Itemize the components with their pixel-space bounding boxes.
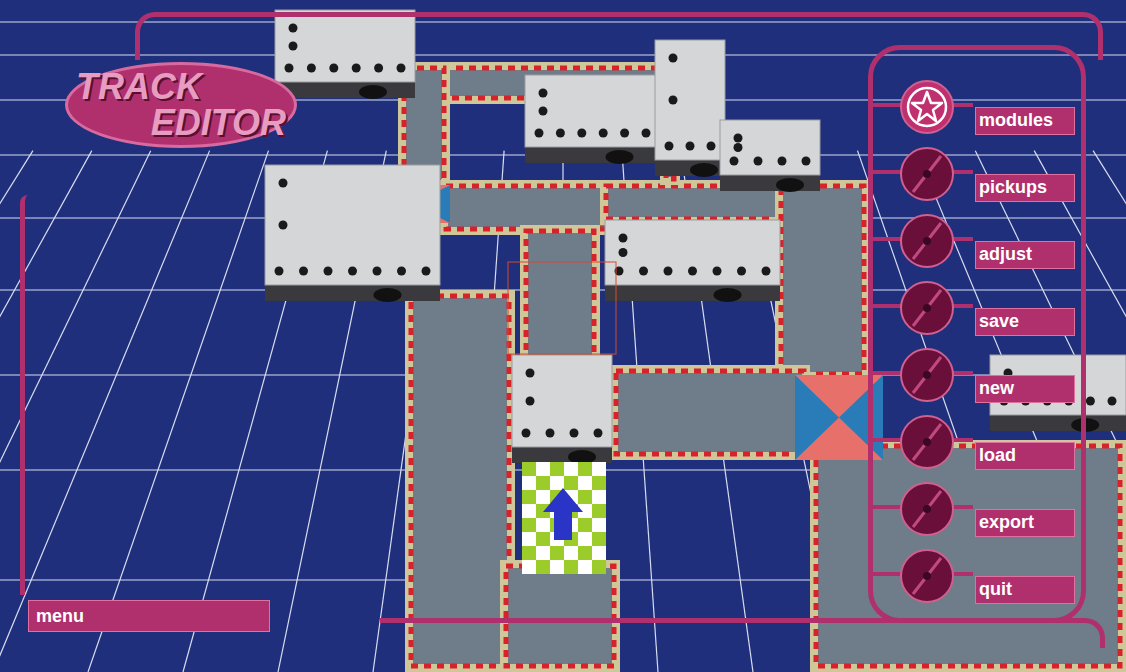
- menu-item[interactable]: load: [873, 408, 1081, 475]
- menu-item[interactable]: pickups: [873, 140, 1081, 207]
- left-frame-line: [20, 195, 30, 595]
- menu-item[interactable]: export: [873, 475, 1081, 542]
- logo-text: EDITOR: [151, 105, 286, 141]
- logo-text: TRACK: [76, 69, 202, 105]
- logo: TRACKEDITOR: [65, 62, 297, 148]
- menu-label[interactable]: export: [975, 509, 1075, 537]
- menu-label[interactable]: new: [975, 375, 1075, 403]
- junction-tiles: [375, 185, 883, 460]
- menu-label[interactable]: adjust: [975, 241, 1075, 269]
- menu-bar-label[interactable]: menu: [36, 603, 84, 630]
- top-frame-line: [135, 12, 1103, 60]
- menu-label[interactable]: pickups: [975, 174, 1075, 202]
- menu-bar[interactable]: menu: [28, 600, 270, 632]
- disc-icon[interactable]: [899, 548, 955, 604]
- track-roads: [398, 60, 1126, 672]
- disc-icon[interactable]: [899, 146, 955, 202]
- floor-grid: [0, 22, 1126, 672]
- menu-label[interactable]: modules: [975, 107, 1075, 135]
- disc-icon[interactable]: [899, 280, 955, 336]
- building-blocks: [265, 10, 1126, 464]
- start-tile: [508, 262, 616, 574]
- menu-label[interactable]: load: [975, 442, 1075, 470]
- side-menu: modules pickups adjust save new load export qui…: [868, 45, 1086, 623]
- menu-item[interactable]: adjust: [873, 207, 1081, 274]
- disc-icon[interactable]: [899, 213, 955, 269]
- menu-item[interactable]: modules: [873, 73, 1081, 140]
- menu-item[interactable]: quit: [873, 542, 1081, 609]
- start-arrow-icon: [543, 488, 583, 540]
- menu-label[interactable]: quit: [975, 576, 1075, 604]
- disc-icon[interactable]: [899, 481, 955, 537]
- disc-icon[interactable]: [899, 347, 955, 403]
- track-editor-screen: TRACKEDITOR modules pickups adjust save new l…: [0, 0, 1126, 672]
- disc-icon[interactable]: [899, 414, 955, 470]
- menu-item[interactable]: save: [873, 274, 1081, 341]
- menu-label[interactable]: save: [975, 308, 1075, 336]
- menu-item[interactable]: new: [873, 341, 1081, 408]
- star-icon[interactable]: [899, 79, 955, 135]
